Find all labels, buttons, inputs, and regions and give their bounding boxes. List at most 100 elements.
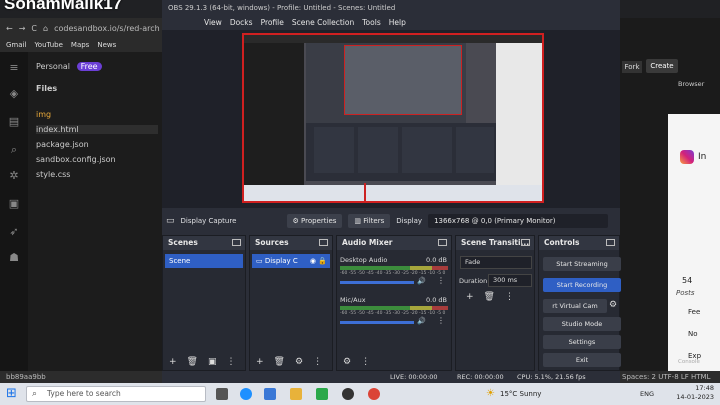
cube-icon[interactable]: ◈: [8, 88, 20, 100]
create-button[interactable]: Create: [646, 59, 678, 73]
file-item-img[interactable]: img: [36, 110, 51, 119]
task-view-icon[interactable]: [216, 388, 228, 400]
bookmark-gmail[interactable]: Gmail: [6, 41, 26, 49]
undock-icon[interactable]: [232, 239, 241, 246]
advanced-audio-icon[interactable]: ⚙: [343, 357, 351, 367]
undock-icon[interactable]: [521, 239, 530, 246]
windows-store-icon[interactable]: [264, 388, 276, 400]
exit-button[interactable]: Exit: [543, 353, 621, 367]
menu-help[interactable]: Help: [389, 16, 406, 30]
file-item-sandbox-config[interactable]: sandbox.config.json: [36, 155, 116, 164]
settings-button[interactable]: Settings: [543, 335, 621, 349]
preview-area: [162, 30, 620, 208]
file-item-package[interactable]: package.json: [36, 140, 89, 149]
undock-icon[interactable]: [319, 239, 328, 246]
more-options-icon[interactable]: ⋮: [437, 276, 445, 285]
obs-icon[interactable]: [342, 388, 354, 400]
file-item-style[interactable]: style.css: [36, 170, 70, 179]
users-icon[interactable]: ☗: [8, 252, 20, 264]
add-transition-icon[interactable]: +: [466, 292, 474, 302]
scenes-title: Scenes: [168, 238, 198, 247]
taskbar-search[interactable]: ⌕ Type here to search: [26, 386, 206, 402]
virtual-cam-settings-icon[interactable]: ⚙: [609, 300, 617, 310]
source-properties-icon[interactable]: ⚙: [295, 357, 303, 367]
app-icon[interactable]: [316, 388, 328, 400]
mic-aux-fader[interactable]: [340, 321, 414, 324]
language-indicator[interactable]: ENG: [640, 390, 654, 398]
deploy-icon[interactable]: ▣: [8, 198, 20, 210]
file-item-index[interactable]: index.html: [36, 125, 158, 134]
bookmarks-bar: Gmail YouTube Maps News: [0, 38, 170, 52]
workspace-label[interactable]: Personal: [36, 62, 70, 71]
transition-type-select[interactable]: Fade: [460, 256, 532, 269]
properties-button[interactable]: ⚙ Properties: [286, 214, 343, 228]
add-source-icon[interactable]: +: [256, 357, 264, 367]
remove-source-icon[interactable]: 🗑: [274, 357, 285, 367]
desktop-audio-label: Desktop Audio: [340, 256, 388, 264]
files-header[interactable]: Files: [36, 84, 57, 93]
more-options-icon[interactable]: ⋮: [313, 357, 322, 367]
source-item[interactable]: ▭ Display C ◉ 🔒: [252, 254, 330, 268]
bookmark-youtube[interactable]: YouTube: [34, 41, 62, 49]
desktop-audio-fader[interactable]: [340, 281, 414, 284]
menu-view[interactable]: View: [204, 16, 222, 30]
start-recording-button[interactable]: Start Recording: [543, 278, 621, 292]
more-options-icon[interactable]: ⋮: [505, 292, 514, 302]
menu-tools[interactable]: Tools: [362, 16, 380, 30]
channel-watermark: SonamMalik17: [4, 0, 123, 13]
filters-button[interactable]: ▥ Filters: [348, 214, 391, 228]
source-toolbar: ▭ Display Capture ⚙ Properties ▥ Filters…: [162, 210, 620, 232]
file-icon[interactable]: ▤: [8, 116, 20, 128]
console-tab[interactable]: Console: [678, 359, 700, 365]
weather-text[interactable]: 15°C Sunny: [500, 390, 541, 398]
posts-label: Posts: [676, 289, 695, 297]
search-icon[interactable]: ⌕: [8, 144, 20, 156]
more-options-icon[interactable]: ⋮: [437, 316, 445, 325]
bookmark-maps[interactable]: Maps: [71, 41, 89, 49]
edge-icon[interactable]: [240, 388, 252, 400]
speaker-icon[interactable]: 🔊: [417, 317, 426, 325]
start-streaming-button[interactable]: Start Streaming: [543, 257, 621, 271]
menu-profile[interactable]: Profile: [261, 16, 284, 30]
program-preview[interactable]: [242, 33, 544, 203]
menu-icon[interactable]: ≡: [8, 62, 20, 74]
feed-link[interactable]: Fee: [688, 308, 700, 316]
chrome-icon[interactable]: [368, 388, 380, 400]
display-select[interactable]: 1366x768 @ 0,0 (Primary Monitor): [428, 214, 609, 228]
browser-address-bar[interactable]: ← → C ⌂ codesandbox.io/s/red-arch: [0, 18, 170, 38]
reload-icon[interactable]: C: [31, 24, 37, 33]
menu-docks[interactable]: Docks: [230, 16, 253, 30]
fork-button[interactable]: Fork: [622, 61, 642, 73]
windows-start-icon[interactable]: ⊞: [6, 386, 17, 401]
more-options-icon[interactable]: ⋮: [361, 357, 370, 367]
scene-filters-icon[interactable]: ▣: [208, 357, 217, 367]
more-options-icon[interactable]: ⋮: [227, 357, 236, 367]
remove-transition-icon[interactable]: 🗑: [484, 292, 495, 302]
rocket-icon[interactable]: ➶: [8, 226, 20, 238]
undock-icon[interactable]: [606, 239, 615, 246]
menu-scene-collection[interactable]: Scene Collection: [292, 16, 354, 30]
clock[interactable]: 17:48 14-01-2023: [676, 384, 714, 402]
back-arrow-icon[interactable]: ←: [6, 24, 13, 33]
studio-mode-button[interactable]: Studio Mode: [543, 317, 621, 331]
add-scene-icon[interactable]: +: [169, 357, 177, 367]
lock-icon[interactable]: 🔒: [318, 254, 327, 268]
address-text[interactable]: codesandbox.io/s/red-arch: [54, 24, 160, 33]
duration-input[interactable]: 300 ms: [488, 274, 532, 287]
visibility-eye-icon[interactable]: ◉: [310, 254, 316, 268]
scene-item[interactable]: Scene: [165, 254, 243, 268]
speaker-icon[interactable]: 🔊: [417, 277, 426, 285]
notifications-link[interactable]: No: [688, 330, 698, 338]
bookmark-news[interactable]: News: [97, 41, 116, 49]
file-explorer: Personal Free Files img index.html packa…: [28, 52, 162, 372]
remove-scene-icon[interactable]: 🗑: [187, 357, 198, 367]
undock-icon[interactable]: [438, 239, 447, 246]
home-icon[interactable]: ⌂: [43, 24, 48, 33]
start-virtual-cam-button[interactable]: rt Virtual Cam: [543, 299, 607, 313]
gear-icon[interactable]: ✲: [8, 170, 20, 182]
instagram-logo-icon: [680, 150, 694, 164]
file-explorer-icon[interactable]: [290, 388, 302, 400]
instagram-preview: In 54 Posts Fee No Exp: [668, 114, 720, 374]
forward-arrow-icon[interactable]: →: [19, 24, 26, 33]
browser-tab-label[interactable]: Browser: [678, 80, 704, 88]
